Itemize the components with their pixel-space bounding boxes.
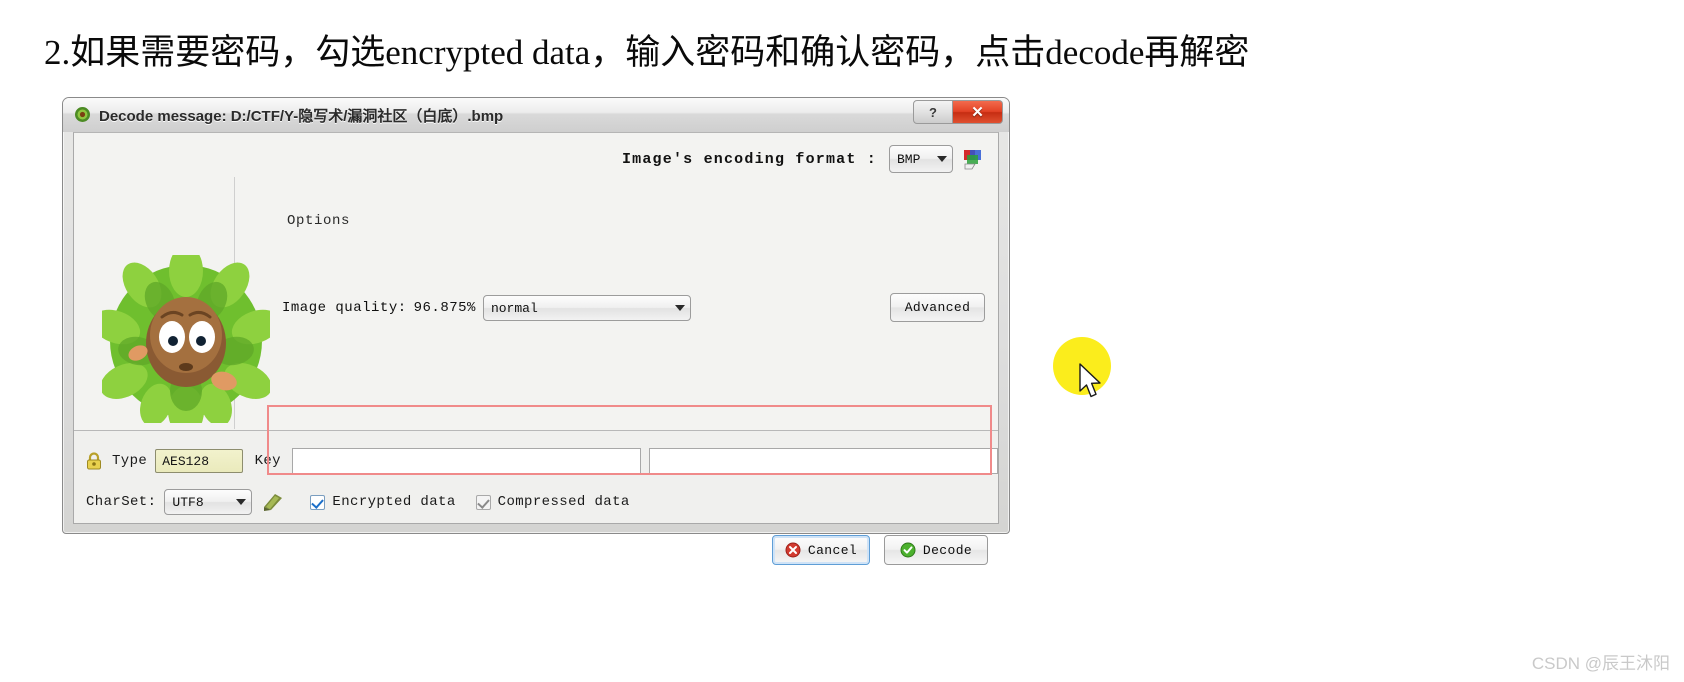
decode-message-window: Decode message: D:/CTF/Y-隐写术/漏洞社区（白底）.bm… <box>62 97 1010 565</box>
page-title: 2.如果需要密码，勾选encrypted data，输入密码和确认密码，点击de… <box>44 33 1250 72</box>
decode-label: Decode <box>922 542 973 558</box>
chevron-down-icon <box>674 305 685 311</box>
charset-value: UTF8 <box>172 494 204 510</box>
image-quality-row: Image quality: 96.875% normal <box>282 295 691 321</box>
encoding-format-row: Image's encoding format : BMP <box>622 145 986 173</box>
charset-label: CharSet: <box>86 494 157 510</box>
csdn-watermark: CSDN @辰王沐阳 <box>1531 654 1670 673</box>
encryption-panel: Type AES128 Key CharSet: UTF8 Encrypted … <box>74 431 998 565</box>
encryption-type-select[interactable]: AES128 <box>155 449 243 473</box>
window-controls: ? ✕ <box>913 100 1003 125</box>
key-label: Key <box>254 453 281 469</box>
window-title: Decode message: D:/CTF/Y-隐写术/漏洞社区（白底）.bm… <box>99 108 504 125</box>
chevron-down-icon <box>236 499 247 505</box>
chevron-down-icon <box>937 156 947 162</box>
encoding-format-label: Image's encoding format : <box>621 150 877 168</box>
encoding-format-value: BMP <box>897 151 921 167</box>
key-input[interactable] <box>291 448 641 474</box>
cancel-label: Cancel <box>807 542 858 558</box>
screenshot-root: 2.如果需要密码，勾选encrypted data，输入密码和确认密码，点击de… <box>0 0 1684 682</box>
dialog-actions: Cancel Decode <box>772 535 988 565</box>
encoding-format-select[interactable]: BMP <box>889 145 953 173</box>
charset-row: CharSet: UTF8 Encrypted data Compressed … <box>74 483 998 565</box>
key-row: Type AES128 Key <box>74 441 998 481</box>
mouse-cursor-icon <box>1079 363 1105 401</box>
encrypted-data-label: Encrypted data <box>332 494 456 510</box>
window-client-area: Image's encoding format : BMP Options Im… <box>73 132 999 565</box>
cancel-button[interactable]: Cancel <box>772 535 870 565</box>
image-quality-label: Image quality: <box>282 300 407 316</box>
image-quality-value: normal <box>490 300 538 316</box>
leaf-face-mascot <box>91 245 281 436</box>
options-panel: Image's encoding format : BMP Options Im… <box>74 133 998 436</box>
lock-icon <box>84 451 104 471</box>
charset-icon[interactable] <box>262 492 284 512</box>
charset-select[interactable]: UTF8 <box>164 489 253 515</box>
encrypted-data-checkbox[interactable]: Encrypted data <box>310 494 455 510</box>
image-quality-percent: 96.875% <box>413 300 476 316</box>
advanced-button[interactable]: Advanced <box>890 293 985 322</box>
close-button[interactable]: ✕ <box>953 100 1003 124</box>
decode-icon <box>900 542 916 558</box>
encryption-type-value: AES128 <box>162 453 210 469</box>
help-button[interactable]: ? <box>913 100 953 124</box>
options-label: Options <box>287 213 351 229</box>
steganography-app-icon <box>74 106 91 123</box>
checkbox-box[interactable] <box>310 494 326 510</box>
type-label: Type <box>112 453 148 469</box>
cancel-icon <box>785 542 801 558</box>
image-format-icon <box>962 147 986 171</box>
window-titlebar[interactable]: Decode message: D:/CTF/Y-隐写术/漏洞社区（白底）.bm… <box>63 98 1009 132</box>
checkbox-box[interactable] <box>475 494 491 510</box>
key-confirm-input[interactable] <box>648 448 998 474</box>
decode-button[interactable]: Decode <box>884 535 988 565</box>
image-quality-select[interactable]: normal <box>482 295 691 321</box>
compressed-data-label: Compressed data <box>497 494 630 510</box>
compressed-data-checkbox[interactable]: Compressed data <box>475 494 630 510</box>
